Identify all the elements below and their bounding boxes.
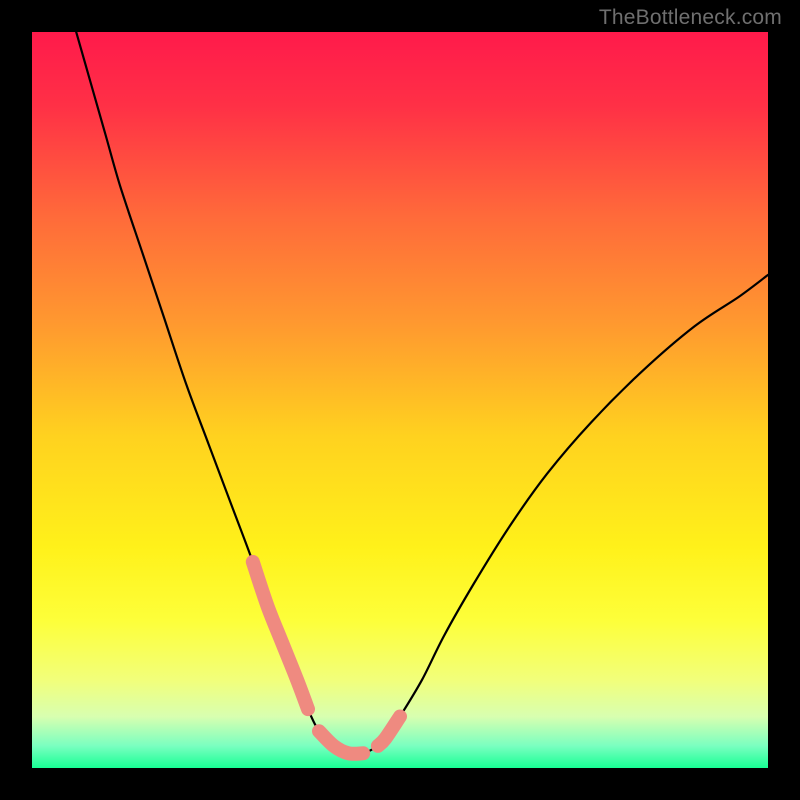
marker-left-descent: [253, 562, 308, 709]
plot-area: [32, 32, 768, 768]
bottleneck-curve: [76, 32, 768, 754]
chart-frame: TheBottleneck.com: [0, 0, 800, 800]
marker-valley-floor: [319, 731, 363, 754]
marker-right-ascent: [378, 717, 400, 746]
curve-layer: [32, 32, 768, 768]
watermark-text: TheBottleneck.com: [599, 6, 782, 30]
